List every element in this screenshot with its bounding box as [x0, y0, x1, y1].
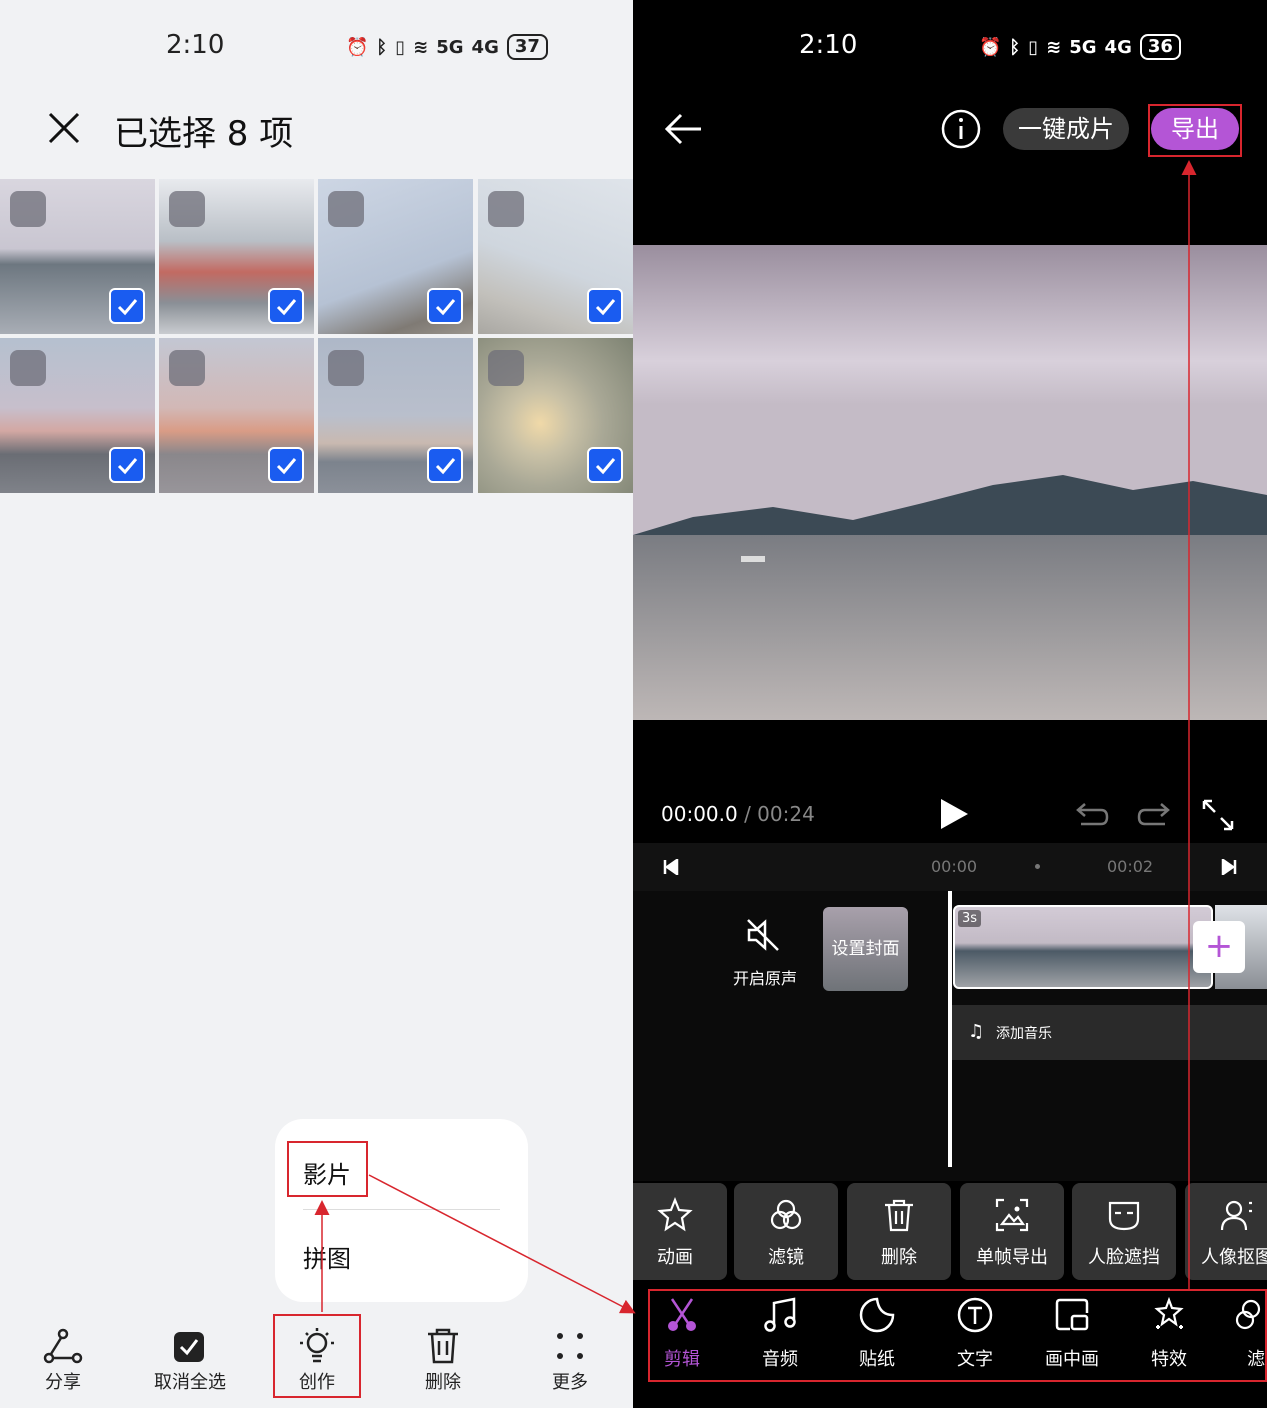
annotation-arrows	[314, 160, 1197, 1314]
